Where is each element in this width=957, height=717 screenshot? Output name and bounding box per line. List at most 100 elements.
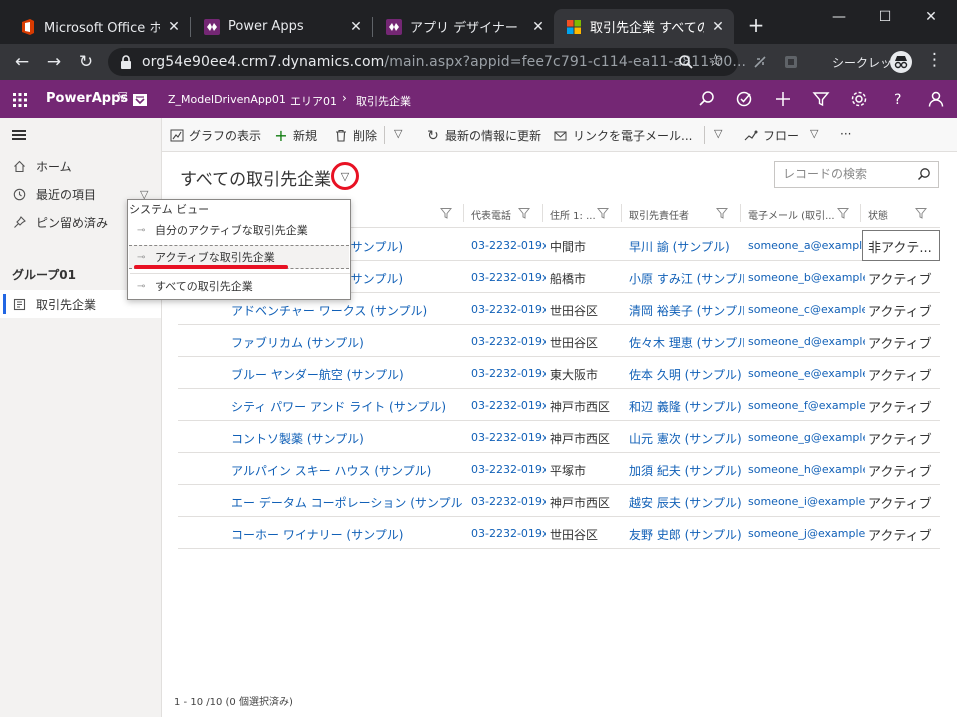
column-header-email[interactable]: 電子メール (取引... bbox=[748, 207, 835, 222]
account-name-link[interactable]: (サンプル) bbox=[346, 270, 466, 287]
owner-link[interactable]: 佐本 久明 (サンプル) bbox=[629, 366, 744, 383]
incognito-icon[interactable] bbox=[890, 51, 912, 73]
pin-icon[interactable]: ⊸ bbox=[137, 252, 149, 263]
phone-link[interactable]: 03-2232-019x... bbox=[471, 399, 546, 412]
phone-link[interactable]: 03-2232-019x... bbox=[471, 495, 546, 508]
account-name-link[interactable]: (サンプル) bbox=[346, 238, 466, 255]
account-name-link[interactable]: アドベンチャー ワークス (サンプル) bbox=[231, 302, 463, 319]
delete-button[interactable]: 削除 bbox=[334, 127, 377, 144]
owner-link[interactable]: 加須 紀夫 (サンプル) bbox=[629, 462, 744, 479]
phone-link[interactable]: 03-2232-019x... bbox=[471, 527, 546, 540]
filter-icon[interactable] bbox=[597, 207, 609, 219]
table-row[interactable]: アルパイン スキー ハウス (サンプル) 03-2232-019x... 平塚市… bbox=[178, 453, 940, 485]
owner-link[interactable]: 清岡 裕美子 (サンプル) bbox=[629, 302, 744, 319]
owner-link[interactable]: 越安 辰夫 (サンプル) bbox=[629, 494, 744, 511]
forward-icon[interactable]: → bbox=[42, 50, 66, 74]
show-chart-button[interactable]: グラフの表示 bbox=[170, 127, 261, 144]
account-name-link[interactable]: コントソ製薬 (サンプル) bbox=[231, 430, 463, 447]
address-bar[interactable]: org54e90ee4.crm7.dynamics.com/main.aspx?… bbox=[108, 48, 746, 76]
phone-link[interactable]: 03-2232-019x... bbox=[471, 271, 546, 284]
brand-label[interactable]: PowerApps bbox=[46, 91, 128, 106]
email-link-button[interactable]: リンクを電子メール... bbox=[554, 127, 692, 144]
owner-link[interactable]: 山元 憲次 (サンプル) bbox=[629, 430, 744, 447]
phone-link[interactable]: 03-2232-019x... bbox=[471, 303, 546, 316]
phone-link[interactable]: 03-2232-019x... bbox=[471, 335, 546, 348]
waffle-icon[interactable] bbox=[12, 92, 28, 108]
chevron-down-icon[interactable]: ▽ bbox=[714, 127, 722, 140]
account-name-link[interactable]: コーホー ワイナリー (サンプル) bbox=[231, 526, 463, 543]
close-window-button[interactable]: ✕ bbox=[908, 6, 954, 30]
browser-tab-app-designer[interactable]: アプリ デザイナー ✕ bbox=[374, 9, 554, 44]
column-header-city[interactable]: 住所 1: ... bbox=[550, 207, 596, 222]
more-commands-button[interactable]: ··· bbox=[840, 127, 851, 141]
chevron-down-icon[interactable]: ▽ bbox=[394, 127, 402, 140]
pin-icon[interactable]: ⊸ bbox=[137, 225, 149, 236]
column-header-owner[interactable]: 取引先責任者 bbox=[629, 207, 689, 222]
view-option-my-active-accounts[interactable]: ⊸ 自分のアクティブな取引先企業 bbox=[129, 218, 349, 242]
account-name-link[interactable]: シティ パワー アンド ライト (サンプル) bbox=[231, 398, 463, 415]
browser-menu-icon[interactable]: ⋮ bbox=[926, 50, 943, 70]
account-name-link[interactable]: ブルー ヤンダー航空 (サンプル) bbox=[231, 366, 463, 383]
table-row[interactable]: コントソ製薬 (サンプル) 03-2232-019x... 神戸市西区 山元 憲… bbox=[178, 421, 940, 453]
close-icon[interactable]: ✕ bbox=[710, 19, 726, 35]
new-button[interactable]: + 新規 bbox=[274, 126, 317, 145]
gear-icon[interactable] bbox=[850, 90, 868, 108]
plus-icon[interactable] bbox=[774, 90, 792, 108]
close-icon[interactable]: ✕ bbox=[530, 19, 546, 35]
phone-link[interactable]: 03-2232-019x... bbox=[471, 239, 546, 252]
extension-puzzle-icon[interactable] bbox=[783, 54, 799, 70]
owner-link[interactable]: 早川 諭 (サンプル) bbox=[629, 238, 744, 255]
email-link[interactable]: someone_d@example.c bbox=[748, 335, 865, 348]
phone-link[interactable]: 03-2232-019x... bbox=[471, 367, 546, 380]
owner-link[interactable]: 小原 すみ江 (サンプル) bbox=[629, 270, 744, 287]
minimize-button[interactable]: — bbox=[816, 6, 862, 30]
email-link[interactable]: someone_i@example.c bbox=[748, 495, 865, 508]
extension-link-icon[interactable] bbox=[752, 54, 768, 70]
record-search-box[interactable] bbox=[774, 161, 939, 188]
maximize-button[interactable]: ☐ bbox=[862, 6, 908, 30]
search-icon[interactable] bbox=[698, 90, 716, 108]
phone-link[interactable]: 03-2232-019x... bbox=[471, 463, 546, 476]
phone-link[interactable]: 03-2232-019x... bbox=[471, 431, 546, 444]
bookmark-star-icon[interactable]: ☆ bbox=[708, 51, 723, 71]
task-check-icon[interactable] bbox=[735, 90, 753, 108]
breadcrumb-entity[interactable]: 取引先企業 bbox=[356, 93, 411, 109]
owner-link[interactable]: 和辺 義隆 (サンプル) bbox=[629, 398, 744, 415]
breadcrumb-area[interactable]: エリア01 bbox=[290, 93, 337, 109]
app-name[interactable]: Z_ModelDrivenApp01 bbox=[168, 93, 286, 106]
column-header-phone[interactable]: 代表電話 bbox=[471, 207, 511, 222]
email-link[interactable]: someone_a@example.c bbox=[748, 239, 865, 252]
chevron-down-icon[interactable]: ▽ bbox=[118, 89, 127, 103]
search-input[interactable] bbox=[783, 167, 913, 181]
browser-tab-office[interactable]: Microsoft Office ホーム ✕ bbox=[8, 9, 190, 44]
email-link[interactable]: someone_b@example.c bbox=[748, 271, 865, 284]
filter-icon[interactable] bbox=[440, 207, 452, 219]
owner-link[interactable]: 佐々木 理恵 (サンプル) bbox=[629, 334, 744, 351]
email-link[interactable]: someone_h@example.c bbox=[748, 463, 865, 476]
filter-icon[interactable] bbox=[812, 90, 830, 108]
back-icon[interactable]: ← bbox=[10, 50, 34, 74]
account-name-link[interactable]: ファブリカム (サンプル) bbox=[231, 334, 463, 351]
app-switcher-icon[interactable] bbox=[133, 94, 147, 106]
search-icon[interactable] bbox=[917, 167, 931, 181]
filter-icon[interactable] bbox=[915, 207, 927, 219]
filter-icon[interactable] bbox=[837, 207, 849, 219]
reload-icon[interactable]: ↻ bbox=[74, 50, 98, 74]
account-name-link[interactable]: エー データム コーポレーション (サンプル) bbox=[231, 494, 463, 511]
table-row[interactable]: ブルー ヤンダー航空 (サンプル) 03-2232-019x... 東大阪市 佐… bbox=[178, 357, 940, 389]
user-icon[interactable] bbox=[927, 90, 945, 108]
browser-tab-accounts[interactable]: 取引先企業 すべての取 ✕ bbox=[554, 9, 734, 44]
refresh-button[interactable]: ↻ 最新の情報に更新 bbox=[426, 127, 541, 144]
email-link[interactable]: someone_j@example.c bbox=[748, 527, 865, 540]
email-link[interactable]: someone_e@example.c bbox=[748, 367, 865, 380]
email-link[interactable]: someone_f@example.c bbox=[748, 399, 865, 412]
view-selector-button[interactable]: ▽ bbox=[331, 162, 359, 190]
email-link[interactable]: someone_c@example.c bbox=[748, 303, 865, 316]
close-icon[interactable]: ✕ bbox=[166, 19, 182, 35]
browser-tab-powerapps[interactable]: Power Apps ✕ bbox=[192, 9, 372, 44]
filter-icon[interactable] bbox=[518, 207, 530, 219]
account-name-link[interactable]: アルパイン スキー ハウス (サンプル) bbox=[231, 462, 463, 479]
filter-icon[interactable] bbox=[716, 207, 728, 219]
owner-link[interactable]: 友野 史郎 (サンプル) bbox=[629, 526, 744, 543]
pin-icon[interactable]: ⊸ bbox=[137, 281, 149, 292]
